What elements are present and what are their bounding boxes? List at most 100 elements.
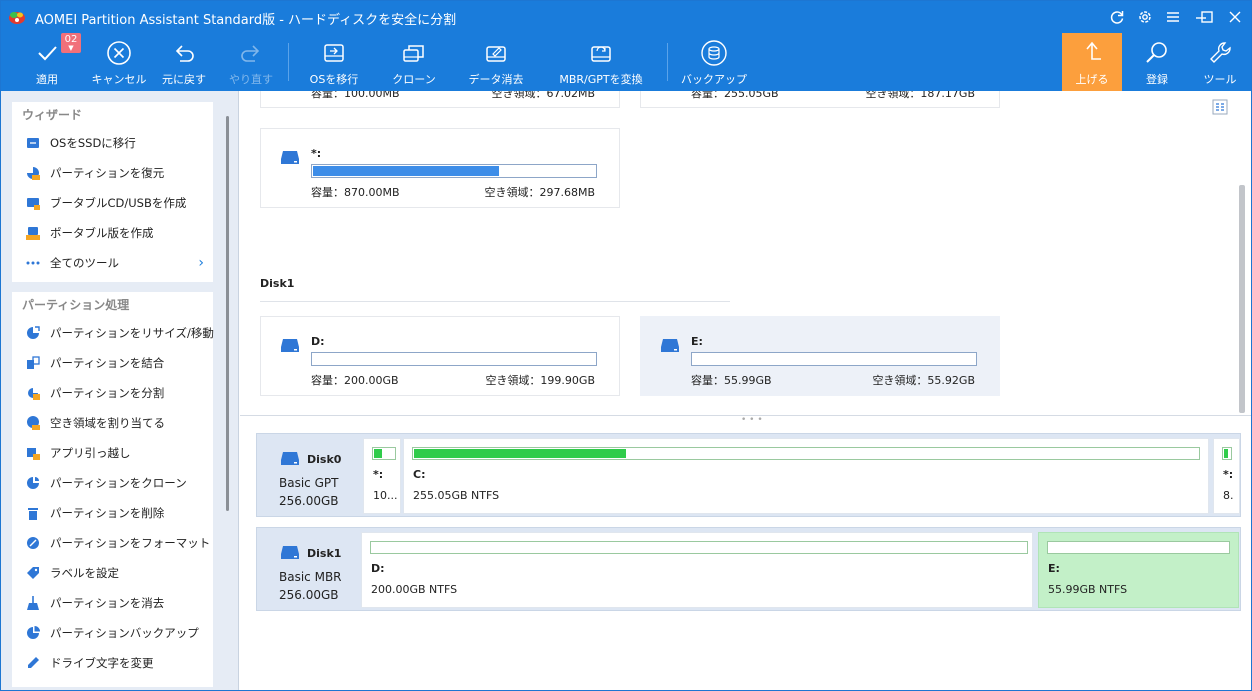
undo-button[interactable]: 元に戻す (153, 33, 215, 91)
backup-pie-icon (27, 626, 40, 639)
more-icon (26, 261, 40, 265)
sidebar-item-resize-move[interactable]: パーティションをリサイズ/移動 (12, 318, 214, 348)
partition-name: *: (311, 147, 322, 160)
sidebar-item-bootable-media[interactable]: ブータブルCD/USBを作成 (12, 188, 213, 218)
disk-segment[interactable]: *: 8. (1213, 438, 1240, 514)
backup-button[interactable]: バックアップ (679, 33, 749, 91)
clone-icon (403, 45, 424, 62)
disk-row-disk1[interactable]: Disk1 Basic MBR 256.00GB D: 200.00GB NTF… (256, 527, 1241, 611)
wipe-disk-button[interactable]: データ消去 (461, 33, 531, 91)
splitter-handle[interactable]: • • • (741, 415, 763, 425)
sidebar-item-portable-version[interactable]: ポータブル版を作成 (12, 218, 213, 248)
undo-icon (175, 45, 194, 62)
tools-button[interactable]: ツール (1191, 33, 1249, 91)
segment-name: D: (371, 562, 385, 575)
drive-icon (661, 339, 679, 352)
sidebar-item-label: パーティションを消去 (50, 596, 165, 610)
maximize-icon (1201, 11, 1213, 23)
disk-map: • • • Disk0 Basic GPT 256.00GB *: 10... … (240, 415, 1251, 690)
main-scrollbar[interactable] (1239, 185, 1245, 413)
sidebar-item-label: 全てのツール (50, 256, 119, 270)
undo-label: 元に戻す (162, 73, 206, 86)
partition-panel-title: パーティション処理 (22, 298, 130, 312)
disk-name: Disk1 (307, 547, 342, 560)
partition-usage-bar (691, 352, 977, 366)
partition-card-esp[interactable]: 容量：100.00MB 空き領域：67.02MB (260, 91, 620, 108)
disk-segment-selected[interactable]: E: 55.99GB NTFS (1038, 532, 1239, 608)
cancel-button[interactable]: キャンセル (87, 33, 151, 91)
merge-icon (27, 356, 40, 369)
redo-button[interactable]: やり直す (221, 33, 281, 91)
partition-capacity: 容量：55.99GB (691, 374, 772, 387)
register-button[interactable]: 登録 (1127, 33, 1187, 91)
sidebar-item-merge[interactable]: パーティションを結合 (12, 348, 213, 378)
mbr-gpt-convert-button[interactable]: MBR/GPTを変換 (555, 33, 647, 91)
segment-usage-bar (372, 447, 396, 460)
apply-button[interactable]: 02 ▼ 適用 (17, 33, 81, 91)
broom-icon (27, 596, 39, 610)
sidebar-item-label: パーティションバックアップ (50, 626, 199, 640)
segment-name: E: (1048, 562, 1060, 575)
register-label: 登録 (1146, 73, 1168, 86)
sidebar-item-restore-partition[interactable]: パーティションを復元 (12, 158, 213, 188)
sidebar-item-delete-partition[interactable]: パーティションを削除 (12, 498, 213, 528)
partition-name: D: (311, 335, 325, 348)
upgrade-button[interactable]: 上げる (1062, 33, 1122, 91)
app-logo-icon (9, 12, 25, 24)
segment-usage-bar (412, 447, 1200, 460)
clone-partition-icon (27, 477, 39, 489)
close-button[interactable] (1223, 5, 1247, 29)
title-bar: AOMEI Partition Assistant Standard版 - ハー… (1, 1, 1251, 33)
maximize-button[interactable] (1195, 5, 1219, 29)
segment-name: *: (373, 468, 384, 481)
segment-info: 255.05GB NTFS (413, 489, 500, 502)
disk-row-disk0[interactable]: Disk0 Basic GPT 256.00GB *: 10... C: 255… (256, 433, 1241, 517)
partition-card-d[interactable]: D: 容量：200.00GB 空き領域：199.90GB (260, 316, 620, 396)
settings-button[interactable] (1133, 5, 1157, 29)
upgrade-arrow-icon (1086, 41, 1101, 60)
sidebar-item-set-label[interactable]: ラベルを設定 (12, 558, 213, 588)
trash-icon (28, 508, 38, 520)
allocate-icon (27, 416, 40, 430)
app-mover-icon (27, 448, 40, 460)
sidebar-item-label: パーティションをクローン (50, 476, 187, 490)
sidebar-item-label: ラベルを設定 (50, 566, 119, 580)
backup-icon (701, 40, 727, 66)
sidebar-item-split[interactable]: パーティションを分割 (12, 378, 213, 408)
partition-usage-bar (311, 352, 597, 366)
migrate-os-button[interactable]: OSを移行 (299, 33, 369, 91)
sidebar-item-label: ポータブル版を作成 (50, 226, 154, 240)
disk-segment[interactable]: C: 255.05GB NTFS (403, 438, 1209, 514)
sidebar-item-migrate-os[interactable]: OSをSSDに移行 (12, 128, 213, 158)
partition-card-recovery[interactable]: *: 容量：870.00MB 空き領域：297.68MB (260, 128, 620, 208)
view-mode-icon[interactable] (1212, 99, 1228, 115)
sidebar-item-wipe-partition[interactable]: パーティションを消去 (12, 588, 213, 618)
toolbar-separator (288, 43, 289, 81)
refresh-button[interactable] (1105, 5, 1129, 29)
sidebar-item-allocate-free-space[interactable]: 空き領域を割り当てる (12, 408, 213, 438)
sidebar-item-partition-backup[interactable]: パーティションバックアップ (12, 618, 213, 648)
split-icon (28, 388, 40, 400)
sidebar-item-app-mover[interactable]: アプリ引っ越し (12, 438, 213, 468)
disk-info: Disk1 Basic MBR 256.00GB (257, 528, 357, 610)
sidebar-scrollbar[interactable] (226, 116, 229, 511)
partition-card-e[interactable]: E: 容量：55.99GB 空き領域：55.92GB (640, 316, 1000, 396)
drive-icon (281, 339, 299, 352)
disk-segment[interactable]: D: 200.00GB NTFS (361, 532, 1033, 608)
clone-button[interactable]: クローン (379, 33, 449, 91)
partition-card-c[interactable]: 容量：255.05GB 空き領域：187.17GB (640, 91, 1000, 108)
sidebar-item-change-drive-letter[interactable]: ドライブ文字を変更 (12, 648, 213, 678)
toolbar: 02▼ 適用 キャンセル 元に戻す やり直す OSを移行 クローン データ消去 (1, 33, 1251, 91)
partition-free-space: 空き領域：55.92GB (872, 374, 975, 387)
partition-name: E: (691, 335, 703, 348)
sidebar-item-all-tools[interactable]: 全てのツール › (12, 248, 213, 278)
wizard-panel-title: ウィザード (22, 108, 83, 122)
sidebar-item-clone-partition[interactable]: パーティションをクローン (12, 468, 213, 498)
sidebar-item-format-partition[interactable]: パーティションをフォーマット (12, 528, 213, 558)
disk-segment[interactable]: *: 10... (363, 438, 401, 514)
drive-icon (281, 151, 299, 164)
partition-capacity: 容量：100.00MB (311, 91, 400, 100)
menu-button[interactable] (1161, 5, 1185, 29)
partition-free-space: 空き領域：187.17GB (865, 91, 975, 100)
disk-size: 256.00GB (279, 588, 339, 602)
